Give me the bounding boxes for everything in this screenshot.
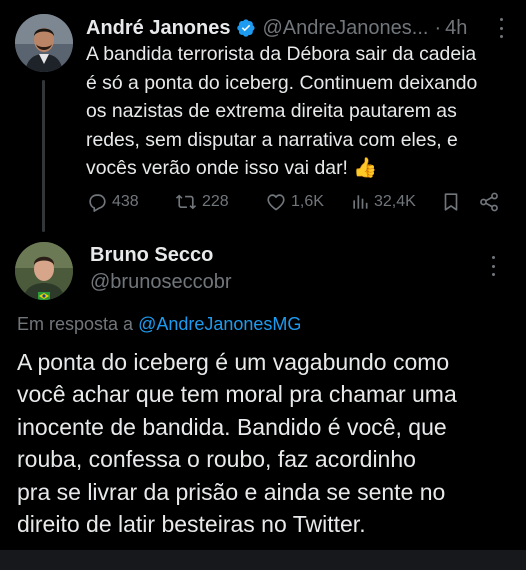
author-name[interactable]: Bruno Secco: [90, 244, 213, 267]
thread-connector-line: [42, 80, 45, 232]
like-button[interactable]: 1,6K: [265, 188, 324, 216]
reply-button[interactable]: 438: [86, 188, 139, 216]
author-handle[interactable]: @brunoseccobr: [90, 271, 231, 294]
bar-chart-icon: [353, 195, 368, 209]
share-icon: [480, 192, 498, 212]
repost-arrows-icon: [175, 194, 197, 210]
repost-button[interactable]: 228: [174, 188, 229, 216]
bookmark-icon: [444, 193, 458, 211]
author-handle[interactable]: @AndreJanones...: [262, 17, 428, 40]
avatar-photo-bruno: [15, 242, 73, 300]
tweet-text: A bandida terrorista da Débora sair da c…: [86, 43, 478, 180]
header-separator: ·: [434, 16, 442, 39]
reply-count: 438: [112, 193, 139, 210]
avatar[interactable]: [15, 242, 73, 300]
bookmark-button[interactable]: [440, 188, 462, 216]
reply-tweet[interactable]: Bruno Secco @brunoseccobr Em resposta a …: [0, 238, 526, 550]
share-button[interactable]: [478, 188, 500, 216]
replying-to-line: Em resposta a @AndreJanonesMG: [17, 314, 301, 335]
more-vertical-icon[interactable]: [484, 256, 502, 276]
tweet-actions: 438 228 1,6K 32,4K: [86, 188, 506, 216]
verified-badge-icon[interactable]: [236, 18, 256, 38]
author-name[interactable]: André Janones: [86, 17, 230, 40]
view-count: 32,4K: [374, 193, 416, 210]
reply-bubble-icon: [89, 194, 106, 212]
replying-to-prefix: Em resposta a: [17, 314, 134, 334]
avatar-photo-andre: [15, 14, 73, 72]
tweet-timestamp[interactable]: 4h: [445, 17, 467, 40]
bottom-divider-bar: [0, 550, 526, 570]
replying-to-mention-link[interactable]: @AndreJanonesMG: [138, 314, 301, 334]
original-tweet[interactable]: André Janones @AndreJanones... · 4h A ba…: [0, 0, 526, 238]
views-button[interactable]: 32,4K: [350, 188, 416, 216]
tweet-text: A ponta do iceberg é um vagabundo como v…: [17, 349, 457, 538]
tweet-header: André Janones @AndreJanones... · 4h: [86, 15, 512, 41]
heart-icon: [267, 194, 285, 211]
avatar[interactable]: [15, 14, 73, 72]
like-count: 1,6K: [291, 193, 324, 210]
more-vertical-icon[interactable]: [492, 18, 510, 38]
repost-count: 228: [202, 193, 229, 210]
